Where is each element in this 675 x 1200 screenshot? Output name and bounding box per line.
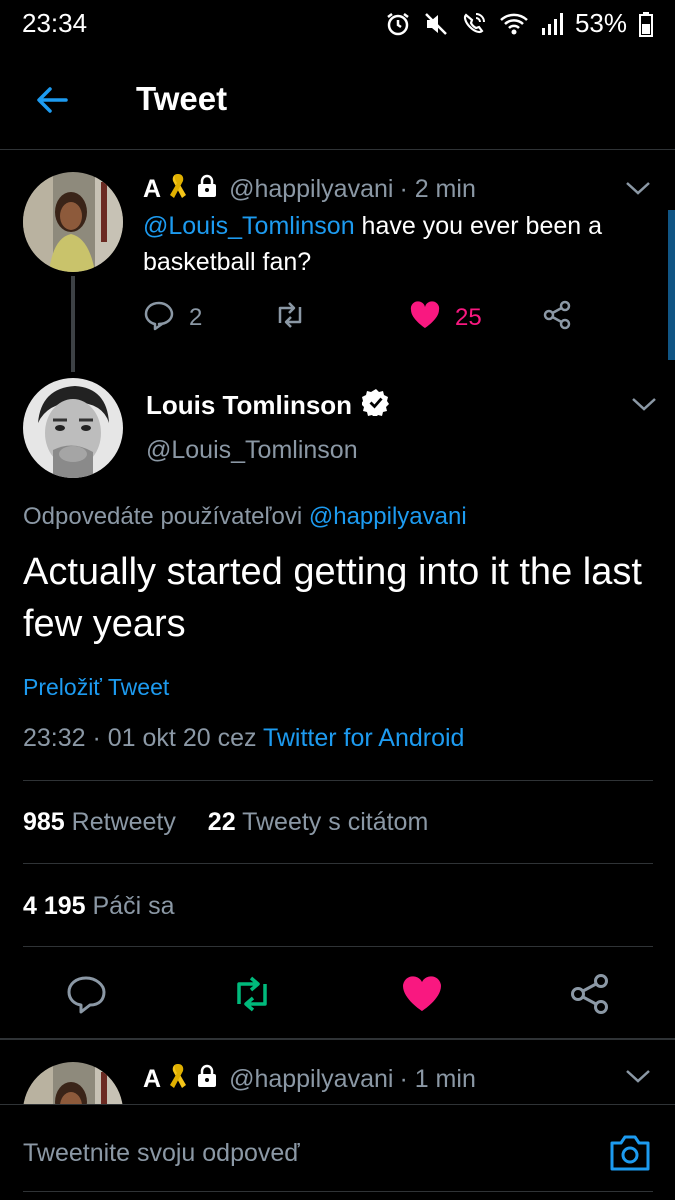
camera-button[interactable] (608, 1133, 652, 1173)
status-bar: 23:34 53% (0, 0, 675, 48)
replying-to-prefix: Odpovedáte používateľovi (23, 503, 309, 530)
tweet-meta: 23:32 · 01 okt 20 cez Twitter for Androi… (23, 724, 464, 753)
main-author-handle[interactable]: @Louis_Tomlinson (146, 436, 358, 465)
parent-tweet-time: · 2 min (399, 175, 476, 203)
engagement-stats: 985 Retweety 22 Tweety s citátom (23, 808, 428, 837)
replying-to-handle[interactable]: @happilyavani (309, 503, 467, 530)
battery-icon (639, 11, 653, 37)
main-reply-button[interactable] (64, 972, 108, 1016)
chevron-down-icon (630, 398, 658, 418)
reply-count: 2 (189, 304, 203, 331)
back-button[interactable] (30, 78, 74, 122)
wifi-icon (499, 11, 529, 37)
likes-stat[interactable]: 4 195 Páči sa (23, 892, 175, 921)
parent-tweet-actions: 2 25 (143, 298, 583, 338)
retweets-stat[interactable]: 985 Retweety (23, 808, 176, 836)
reply-composer (0, 1104, 675, 1200)
likes-label: Páči sa (85, 892, 175, 920)
share-icon (541, 299, 573, 338)
thread-connector-line (71, 276, 75, 372)
avatar-louis-tomlinson[interactable] (23, 378, 123, 478)
share-icon (568, 974, 612, 1020)
scroll-indicator[interactable] (668, 210, 675, 360)
quotes-count: 22 (207, 808, 236, 836)
share-button[interactable] (541, 298, 573, 338)
mention-link[interactable]: @Louis_Tomlinson (143, 212, 355, 240)
parent-author-name[interactable]: A (143, 175, 161, 204)
reply-icon (143, 299, 175, 338)
reply-tweet-header: A @happilyavani · 1 min (143, 1062, 476, 1097)
reply-icon (64, 976, 108, 1020)
wifi-call-icon (461, 11, 487, 37)
heart-filled-icon (400, 976, 444, 1018)
like-count: 25 (455, 304, 482, 331)
quotes-stat[interactable]: 22 Tweety s citátom (208, 808, 428, 836)
main-like-button[interactable] (400, 972, 444, 1016)
yellow-ribbon-icon (165, 1062, 191, 1097)
retweet-icon (273, 299, 307, 338)
main-share-button[interactable] (568, 972, 612, 1016)
camera-icon (608, 1135, 652, 1177)
page-title: Tweet (136, 80, 228, 117)
replying-to-line: Odpovedáte používateľovi @happilyavani (23, 503, 467, 531)
tweet-source-link[interactable]: Twitter for Android (263, 724, 464, 752)
like-button[interactable]: 25 (409, 298, 482, 338)
tweet-timestamp: 23:32 · 01 okt 20 cez (23, 724, 263, 752)
parent-author-handle[interactable]: @happilyavani (229, 175, 393, 204)
lock-icon (195, 174, 219, 205)
parent-tweet-text: @Louis_Tomlinson have you ever been a ba… (143, 208, 663, 280)
reply-author-handle[interactable]: @happilyavani (229, 1065, 393, 1094)
retweets-label: Retweety (64, 808, 176, 836)
main-retweet-button[interactable] (230, 972, 274, 1016)
reply-author-name[interactable]: A (143, 1065, 161, 1094)
retweet-active-icon (230, 976, 274, 1020)
chevron-down-icon (624, 182, 652, 202)
verified-badge-icon (361, 388, 390, 423)
yellow-ribbon-icon (165, 172, 191, 207)
arrow-left-icon (30, 87, 74, 126)
main-author-name[interactable]: Louis Tomlinson (146, 390, 352, 421)
divider (23, 946, 653, 947)
section-separator (0, 1038, 675, 1040)
reply-button[interactable]: 2 (143, 298, 202, 338)
likes-count: 4 195 (23, 892, 86, 920)
top-app-bar: Tweet (0, 50, 675, 150)
parent-tweet-header: A @happilyavani · 2 min (143, 172, 476, 207)
divider (23, 863, 653, 864)
parent-tweet-menu[interactable] (624, 178, 652, 198)
retweets-count: 985 (23, 808, 65, 836)
translate-tweet-link[interactable]: Preložiť Tweet (23, 674, 169, 701)
mute-icon (423, 11, 449, 37)
reply-tweet-time: · 1 min (399, 1065, 476, 1093)
main-tweet-menu[interactable] (630, 394, 658, 414)
composer-underline (23, 1191, 653, 1192)
status-time: 23:34 (22, 8, 88, 38)
lock-icon (195, 1064, 219, 1095)
retweet-button[interactable] (273, 298, 307, 338)
divider (23, 780, 653, 781)
reply-input[interactable] (23, 1139, 583, 1168)
reply-tweet-menu[interactable] (624, 1066, 652, 1086)
quotes-label: Tweety s citátom (235, 808, 429, 836)
main-tweet-text: Actually started getting into it the las… (23, 551, 642, 645)
signal-icon (541, 12, 563, 36)
battery-percent: 53% (574, 8, 627, 38)
main-author-name-row: Louis Tomlinson (146, 388, 390, 423)
chevron-down-icon (624, 1070, 652, 1090)
alarm-icon (385, 11, 411, 37)
avatar-happilyavani[interactable] (23, 172, 123, 272)
main-tweet-actions (0, 960, 675, 1030)
status-icons: 53% (385, 8, 653, 39)
heart-filled-icon (409, 300, 441, 337)
